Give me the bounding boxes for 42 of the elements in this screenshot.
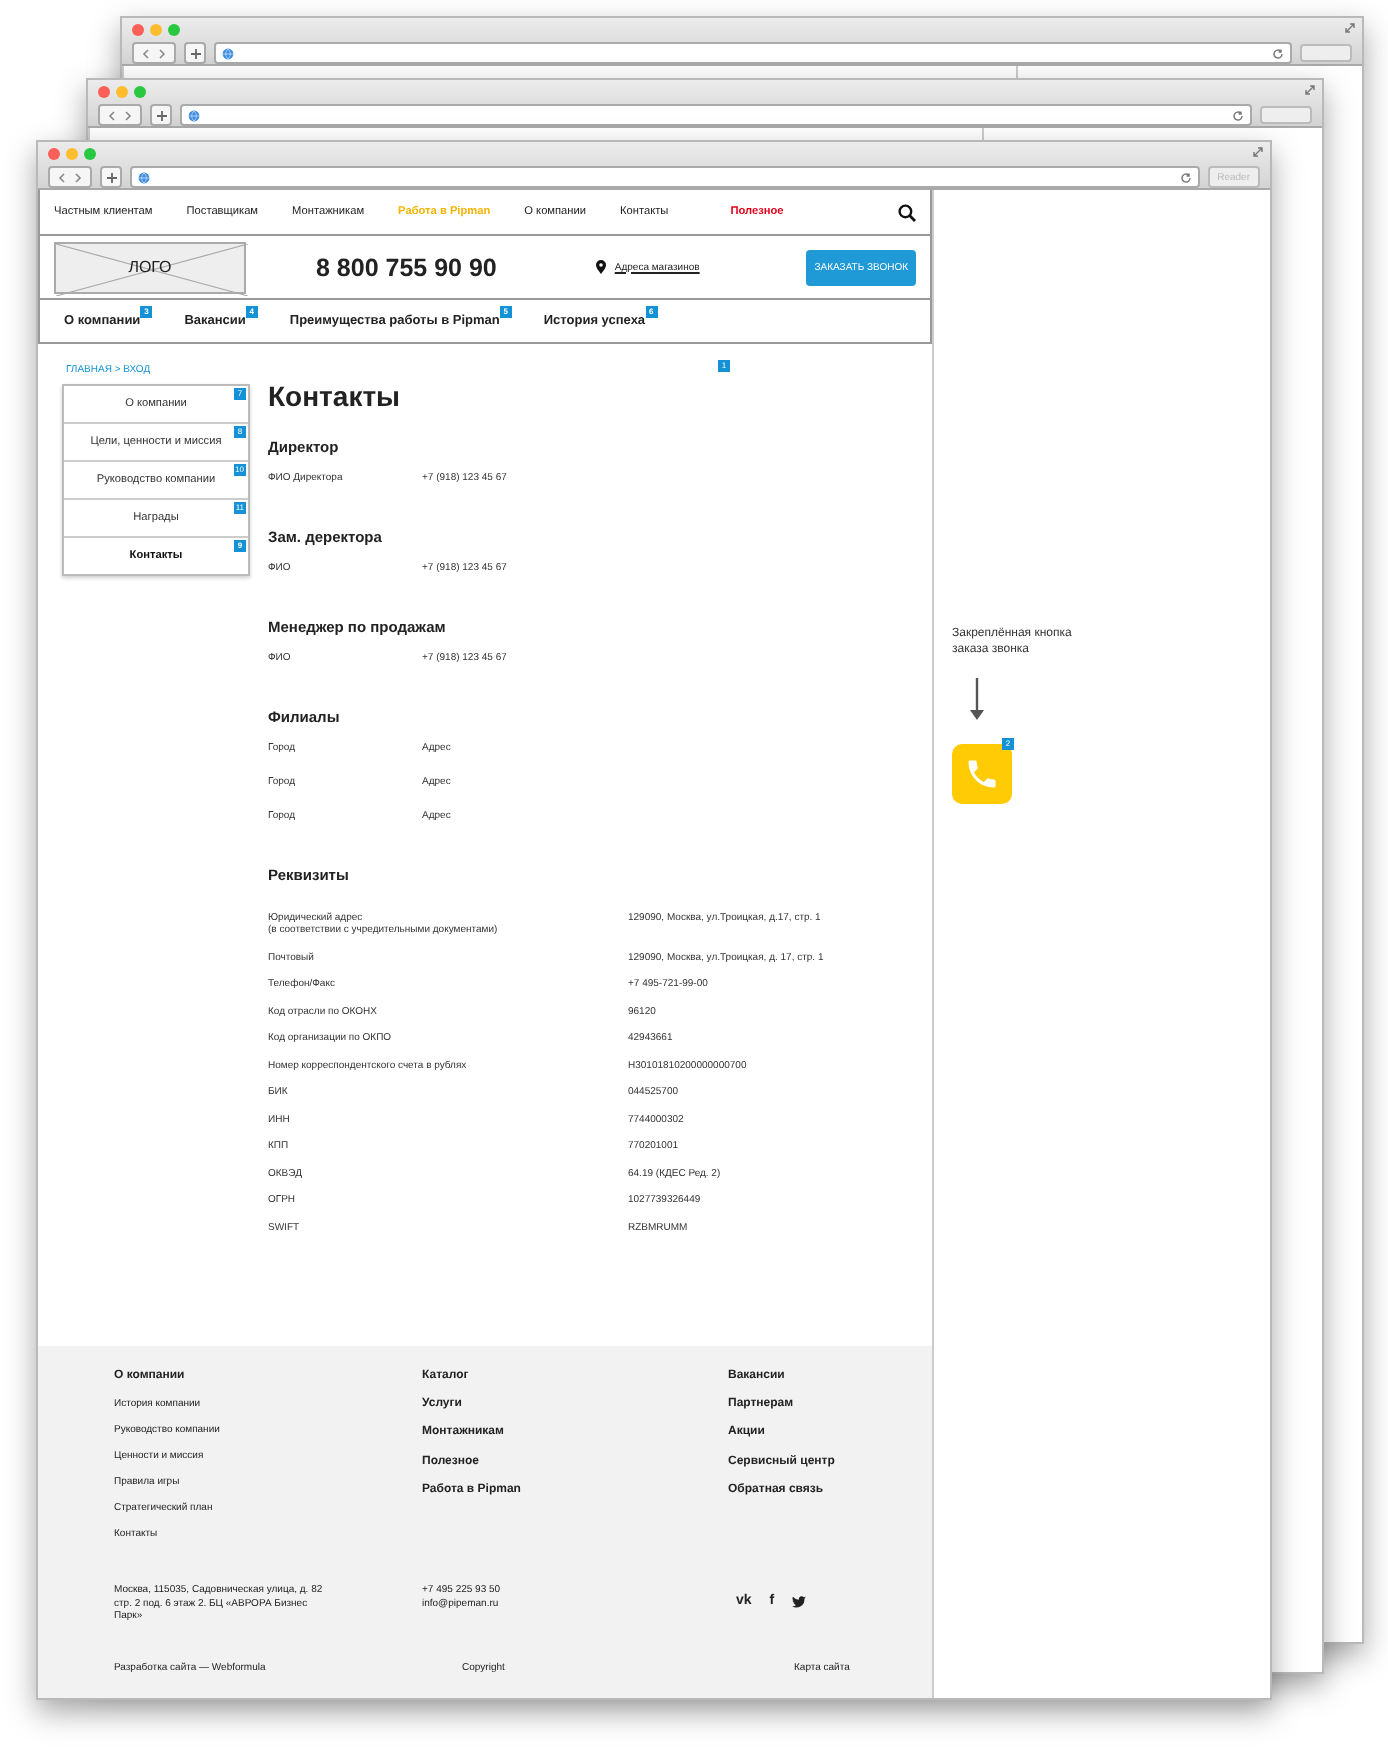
page-title: Контакты (268, 380, 403, 412)
new-tab-button[interactable] (184, 42, 206, 64)
logo-image-placeholder[interactable]: ЛОГО (54, 241, 246, 293)
phone-icon (964, 756, 1000, 792)
expand-icon[interactable] (1304, 84, 1316, 96)
address-bar[interactable] (180, 104, 1252, 126)
address-bar[interactable] (130, 166, 1200, 188)
new-tab-button[interactable] (150, 104, 172, 126)
globe-icon (222, 47, 234, 59)
search-icon[interactable] (898, 203, 916, 221)
minimize-icon[interactable] (150, 24, 162, 36)
globe-icon (188, 109, 200, 121)
down-arrow (970, 678, 984, 722)
phone-number: 8 800 755 90 90 (316, 253, 497, 281)
new-tab-button[interactable] (100, 166, 122, 188)
reader-button[interactable] (1300, 44, 1352, 62)
back-forward-icon (106, 109, 134, 121)
bird-icon[interactable] (792, 1595, 807, 1608)
globe-icon (138, 171, 150, 183)
zoom-icon[interactable] (84, 148, 96, 160)
zoom-icon[interactable] (134, 86, 146, 98)
back-forward-buttons[interactable] (98, 104, 142, 126)
expand-icon[interactable] (1344, 22, 1356, 34)
minimize-icon[interactable] (66, 148, 78, 160)
close-icon[interactable] (48, 148, 60, 160)
address-bar[interactable] (214, 42, 1292, 64)
expand-icon[interactable] (1252, 146, 1264, 158)
plus-icon (105, 171, 117, 183)
zoom-icon[interactable] (168, 24, 180, 36)
reader-button[interactable] (1260, 106, 1312, 124)
reload-icon[interactable] (1179, 171, 1192, 183)
back-forward-icon (56, 171, 84, 183)
location-pin-icon (596, 260, 607, 274)
back-forward-buttons[interactable] (132, 42, 176, 64)
reload-icon[interactable] (1272, 47, 1284, 59)
plus-icon (189, 47, 201, 59)
minimize-icon[interactable] (116, 86, 128, 98)
back-forward-icon (140, 47, 168, 59)
close-icon[interactable] (132, 24, 144, 36)
plus-icon (155, 109, 167, 121)
close-icon[interactable] (98, 86, 110, 98)
reload-icon[interactable] (1232, 109, 1244, 121)
